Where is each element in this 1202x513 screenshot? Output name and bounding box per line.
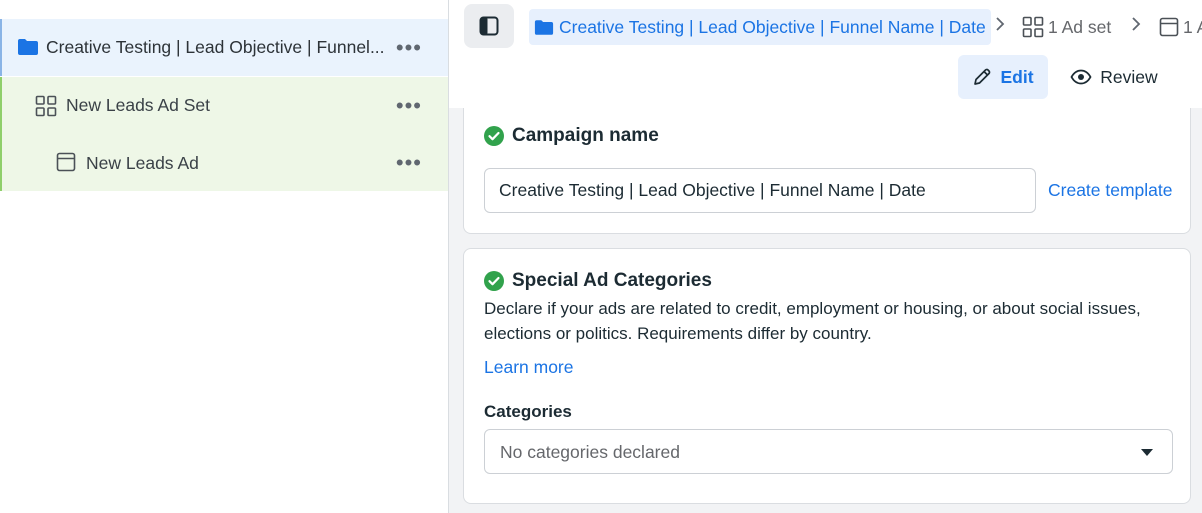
more-options-icon[interactable]: ••• [396, 151, 422, 173]
breadcrumb-adset-label: 1 Ad set [1048, 16, 1112, 37]
more-options-icon[interactable]: ••• [396, 94, 422, 116]
ad-window-icon [1159, 17, 1179, 37]
grid-icon [1022, 16, 1044, 38]
check-circle-icon [484, 271, 504, 291]
special-ad-categories-title: Special Ad Categories [512, 270, 712, 291]
pencil-icon [974, 68, 991, 85]
sidebar-item-label: Creative Testing | Lead Objective | Funn… [46, 37, 385, 57]
sidebar-item-label: New Leads Ad [86, 153, 199, 173]
folder-icon [17, 38, 39, 56]
special-ad-categories-card: Special Ad Categories Declare if your ad… [463, 248, 1191, 504]
folder-icon [534, 19, 554, 35]
ad-window-icon [56, 152, 76, 172]
campaign-name-input[interactable] [484, 168, 1036, 213]
breadcrumb-ad[interactable]: 1 A [1159, 9, 1202, 45]
edit-button-label: Edit [1000, 66, 1034, 87]
review-button[interactable]: Review [1059, 55, 1169, 99]
chevron-right-icon [996, 17, 1005, 31]
learn-more-link[interactable]: Learn more [484, 357, 574, 378]
special-ad-categories-description: Declare if your ads are related to credi… [484, 299, 1141, 343]
check-circle-icon [484, 126, 504, 146]
sidebar-panel-icon [479, 16, 499, 36]
chevron-right-icon [1132, 17, 1141, 31]
sidebar-item-ad[interactable]: New Leads Ad ••• [0, 134, 448, 191]
breadcrumb-adset[interactable]: 1 Ad set [1022, 9, 1111, 45]
campaign-name-title: Campaign name [512, 125, 659, 146]
breadcrumb-campaign-label: Creative Testing | Lead Objective | Funn… [559, 16, 986, 37]
review-button-label: Review [1100, 66, 1158, 87]
categories-label: Categories [484, 402, 572, 421]
categories-selected-value: No categories declared [500, 442, 680, 462]
sidebar-item-campaign[interactable]: Creative Testing | Lead Objective | Funn… [0, 19, 448, 76]
caret-down-icon [1141, 449, 1153, 456]
create-template-link[interactable]: Create template [1048, 180, 1173, 201]
campaign-name-card: Campaign name Create template [463, 96, 1191, 234]
sidebar-item-adset[interactable]: New Leads Ad Set ••• [0, 77, 448, 134]
edit-button[interactable]: Edit [958, 55, 1048, 99]
editor-panel: Campaign name Create template Special Ad… [449, 0, 1202, 513]
breadcrumb-ad-label: 1 A [1183, 16, 1202, 37]
editor-header: Creative Testing | Lead Objective | Funn… [449, 0, 1202, 108]
sidebar-item-label: New Leads Ad Set [66, 95, 210, 115]
toggle-sidebar-button[interactable] [464, 4, 514, 48]
campaign-tree-sidebar: Creative Testing | Lead Objective | Funn… [0, 0, 449, 513]
breadcrumb-campaign[interactable]: Creative Testing | Lead Objective | Funn… [529, 9, 991, 45]
grid-icon [35, 95, 57, 117]
eye-icon [1070, 69, 1092, 85]
more-options-icon[interactable]: ••• [396, 36, 422, 58]
categories-dropdown[interactable]: No categories declared [484, 429, 1173, 474]
